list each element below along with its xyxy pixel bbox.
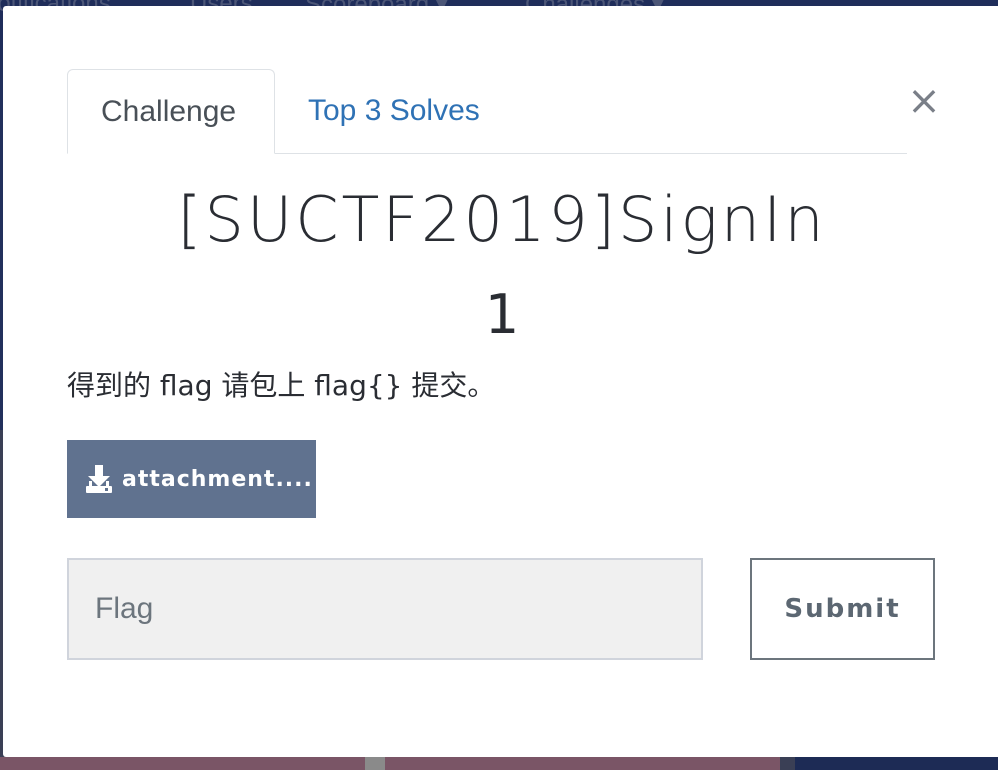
challenge-description: 得到的 flag 请包上 flag{} 提交。 [67,369,496,402]
submit-button[interactable]: Submit [750,558,935,660]
background-card [385,757,780,770]
challenge-modal: × Challenge Top 3 Solves [SUCTF2019]Sign… [3,6,998,757]
download-icon [85,464,113,494]
challenge-points: 1 [484,283,520,346]
background-card [0,757,365,770]
modal-tabs: Challenge Top 3 Solves [67,69,907,154]
background-card [795,757,998,770]
attachment-label: attachment.... [122,466,313,492]
tab-challenge[interactable]: Challenge [67,69,275,154]
tab-top-solves[interactable]: Top 3 Solves [275,69,513,152]
attachment-download-button[interactable]: attachment.... [67,440,316,518]
flag-input[interactable] [67,558,703,660]
challenge-title: [SUCTF2019]SignIn [177,183,827,256]
close-button[interactable]: × [906,81,942,121]
background-divider [365,757,385,770]
